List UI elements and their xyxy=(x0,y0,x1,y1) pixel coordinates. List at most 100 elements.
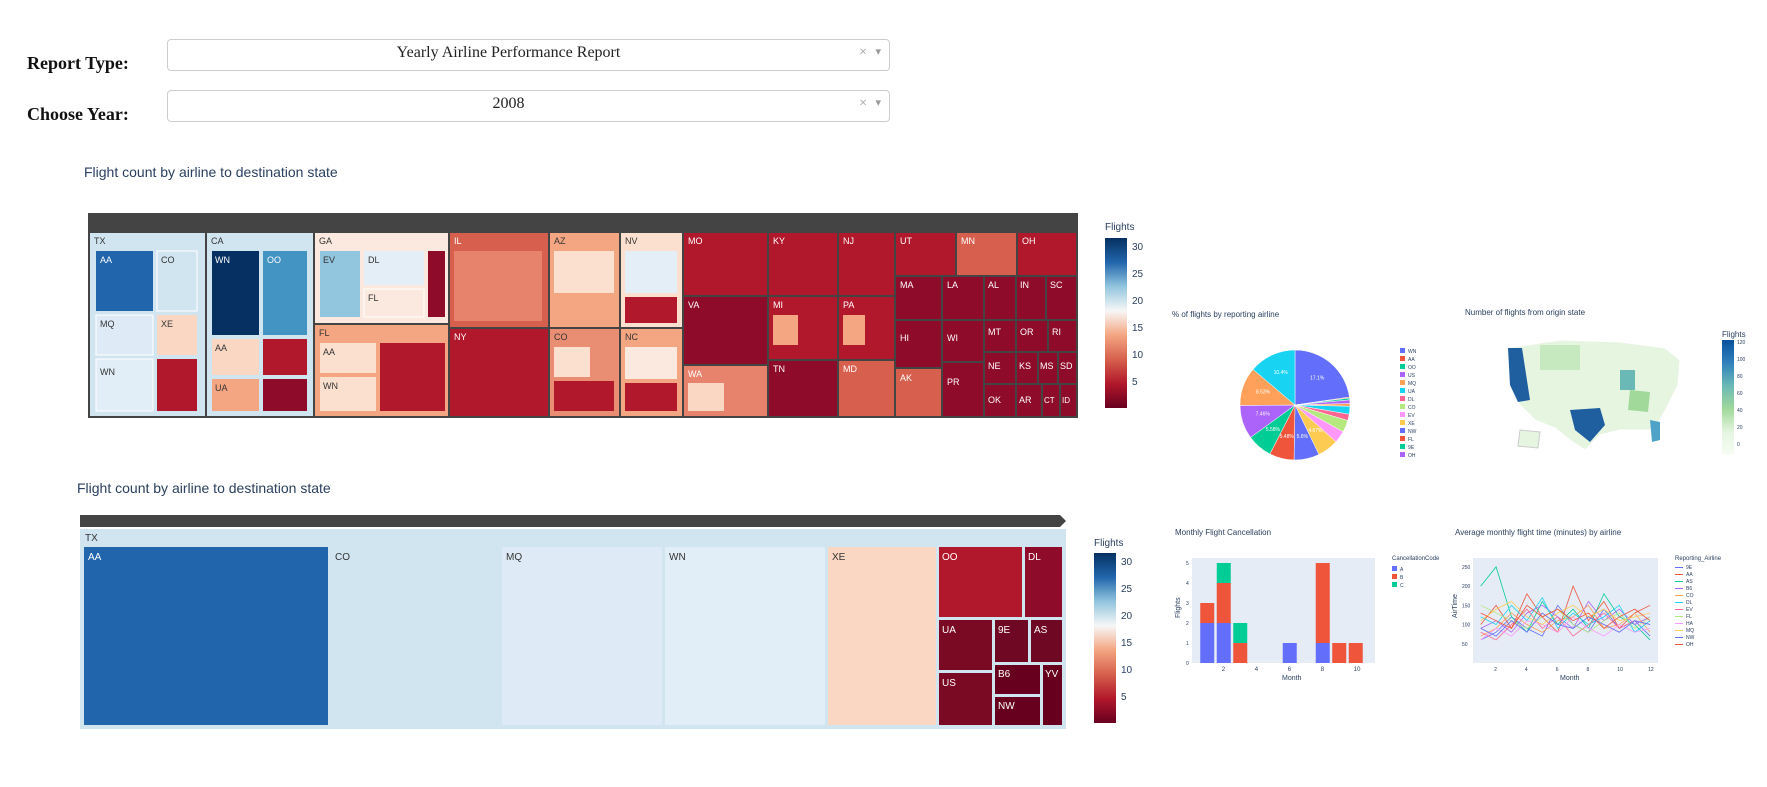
treemap1-tiles[interactable]: TX AA CO MQ XE WN CA WN OO AA UA GA EV D… xyxy=(90,233,1076,416)
cancel-bar[interactable] xyxy=(1315,563,1330,643)
pie-legend-item[interactable]: WN xyxy=(1400,348,1416,356)
svg-text:NY: NY xyxy=(454,332,467,342)
airtime-legend-item[interactable]: B6 xyxy=(1675,586,1694,593)
svg-text:PA: PA xyxy=(843,300,854,310)
cancel-ytick: 1 xyxy=(1186,641,1189,647)
svg-text:AA: AA xyxy=(323,347,335,357)
cancel-bar[interactable] xyxy=(1233,643,1248,663)
airtime-legend-item[interactable]: OH xyxy=(1675,642,1694,649)
chevron-down-icon[interactable]: ▾ xyxy=(875,96,881,109)
pie-legend-item[interactable]: XE xyxy=(1400,420,1416,428)
svg-text:VA: VA xyxy=(688,300,699,310)
pie-legend-item[interactable]: NW xyxy=(1400,428,1416,436)
pie-legend-item[interactable]: DL xyxy=(1400,396,1416,404)
svg-text:TX: TX xyxy=(94,236,106,246)
svg-text:MT: MT xyxy=(988,327,1001,337)
airtime-ytick: 50 xyxy=(1462,642,1468,648)
svg-text:WA: WA xyxy=(688,369,702,379)
svg-text:MD: MD xyxy=(843,364,857,374)
airtime-xtick: 4 xyxy=(1525,667,1528,673)
svg-text:UA: UA xyxy=(215,383,228,393)
colorbar-tick: 30 xyxy=(1132,242,1144,253)
cancel-bar[interactable] xyxy=(1233,623,1248,643)
map-colorbar xyxy=(1722,340,1734,455)
svg-text:MA: MA xyxy=(900,280,914,290)
svg-text:PR: PR xyxy=(947,377,960,387)
svg-text:SD: SD xyxy=(1060,361,1073,371)
colorbar-tick: 25 xyxy=(1132,269,1144,280)
airtime-legend-item[interactable]: MQ xyxy=(1675,628,1694,635)
cancel-legend-item[interactable]: B xyxy=(1392,574,1404,582)
treemap2-tiles[interactable]: AA CO MQ WN XE OO DL UA 9E AS B6 YV US N… xyxy=(84,547,1062,725)
pie-legend-item[interactable]: EV xyxy=(1400,412,1416,420)
pie-legend-item[interactable]: OH xyxy=(1400,452,1416,460)
cancel-bar[interactable] xyxy=(1282,643,1297,663)
tile-9e: 9E xyxy=(998,625,1011,636)
svg-text:OO: OO xyxy=(267,255,281,265)
year-value: 2008 xyxy=(492,95,525,112)
svg-text:AA: AA xyxy=(215,343,227,353)
svg-text:WI: WI xyxy=(947,333,958,343)
cancel-bar[interactable] xyxy=(1332,643,1347,663)
airtime-legend-item[interactable]: AS xyxy=(1675,579,1694,586)
svg-text:LA: LA xyxy=(947,280,958,290)
airtime-legend-item[interactable]: 9E xyxy=(1675,565,1694,572)
airtime-legend-item[interactable]: AA xyxy=(1675,572,1694,579)
cancel-xlabel: Month xyxy=(1282,675,1302,682)
year-label: Choose Year: xyxy=(27,104,129,124)
year-dropdown[interactable]: 2008 × ▾ xyxy=(167,90,890,122)
report-type-dropdown[interactable]: Yearly Airline Performance Report × ▾ xyxy=(167,39,890,71)
pie-legend-item[interactable]: US xyxy=(1400,372,1416,380)
treemap2-colorbar-title: Flights xyxy=(1094,538,1124,549)
colorbar-tick: 20 xyxy=(1132,296,1144,307)
colorbar-tick: 80 xyxy=(1737,374,1743,380)
svg-text:EV: EV xyxy=(323,255,335,265)
colorbar-tick: 5 xyxy=(1132,377,1138,388)
tile-dl: DL xyxy=(1028,552,1041,563)
svg-text:AL: AL xyxy=(988,280,999,290)
pie-legend-item[interactable]: OO xyxy=(1400,364,1416,372)
svg-text:NC: NC xyxy=(625,332,638,342)
pie-legend-item[interactable]: MQ xyxy=(1400,380,1416,388)
svg-text:GA: GA xyxy=(319,236,332,246)
svg-text:SC: SC xyxy=(1050,280,1063,290)
map-colorbar-title: Flights xyxy=(1722,330,1746,339)
cancel-bar[interactable] xyxy=(1348,643,1363,663)
svg-text:WN: WN xyxy=(323,381,338,391)
clear-icon[interactable]: × xyxy=(859,45,867,61)
pie-label: 5.58% xyxy=(1266,427,1281,433)
svg-text:ID: ID xyxy=(1062,396,1070,405)
cancel-bar[interactable] xyxy=(1315,643,1330,663)
airtime-ytick: 150 xyxy=(1462,603,1471,609)
svg-text:NV: NV xyxy=(625,236,638,246)
airtime-xtick: 10 xyxy=(1617,667,1623,673)
cancel-bar[interactable] xyxy=(1216,623,1231,663)
svg-text:MO: MO xyxy=(688,236,703,246)
svg-text:OR: OR xyxy=(1020,327,1034,337)
cancel-bar[interactable] xyxy=(1216,583,1231,623)
airtime-legend-item[interactable]: EV xyxy=(1675,607,1694,614)
cancel-bar[interactable] xyxy=(1200,603,1215,623)
airtime-legend-item[interactable]: HA xyxy=(1675,621,1694,628)
airtime-legend-item[interactable]: CO xyxy=(1675,593,1694,600)
airtime-legend-item[interactable]: FL xyxy=(1675,614,1694,621)
pie-legend-item[interactable]: FL xyxy=(1400,436,1416,444)
svg-text:MS: MS xyxy=(1040,361,1054,371)
pie-legend-item[interactable]: 9E xyxy=(1400,444,1416,452)
pie-legend-item[interactable]: CO xyxy=(1400,404,1416,412)
cancel-legend-item[interactable]: A xyxy=(1392,566,1404,574)
clear-icon[interactable]: × xyxy=(859,96,867,112)
cancel-bar[interactable] xyxy=(1200,623,1215,663)
pie-legend-item[interactable]: AA xyxy=(1400,356,1416,364)
svg-text:KY: KY xyxy=(773,236,785,246)
airtime-legend-title: Reporting_Airline xyxy=(1675,556,1722,562)
svg-text:MI: MI xyxy=(773,300,783,310)
airtime-legend-item[interactable]: NW xyxy=(1675,635,1694,642)
airtime-legend-item[interactable]: DL xyxy=(1675,600,1694,607)
cancel-legend-item[interactable]: C xyxy=(1392,582,1404,590)
svg-text:CT: CT xyxy=(1044,396,1055,405)
svg-text:IL: IL xyxy=(454,236,462,246)
chevron-down-icon[interactable]: ▾ xyxy=(875,45,881,58)
pie-legend-item[interactable]: UA xyxy=(1400,388,1416,396)
cancel-bar[interactable] xyxy=(1216,563,1231,583)
